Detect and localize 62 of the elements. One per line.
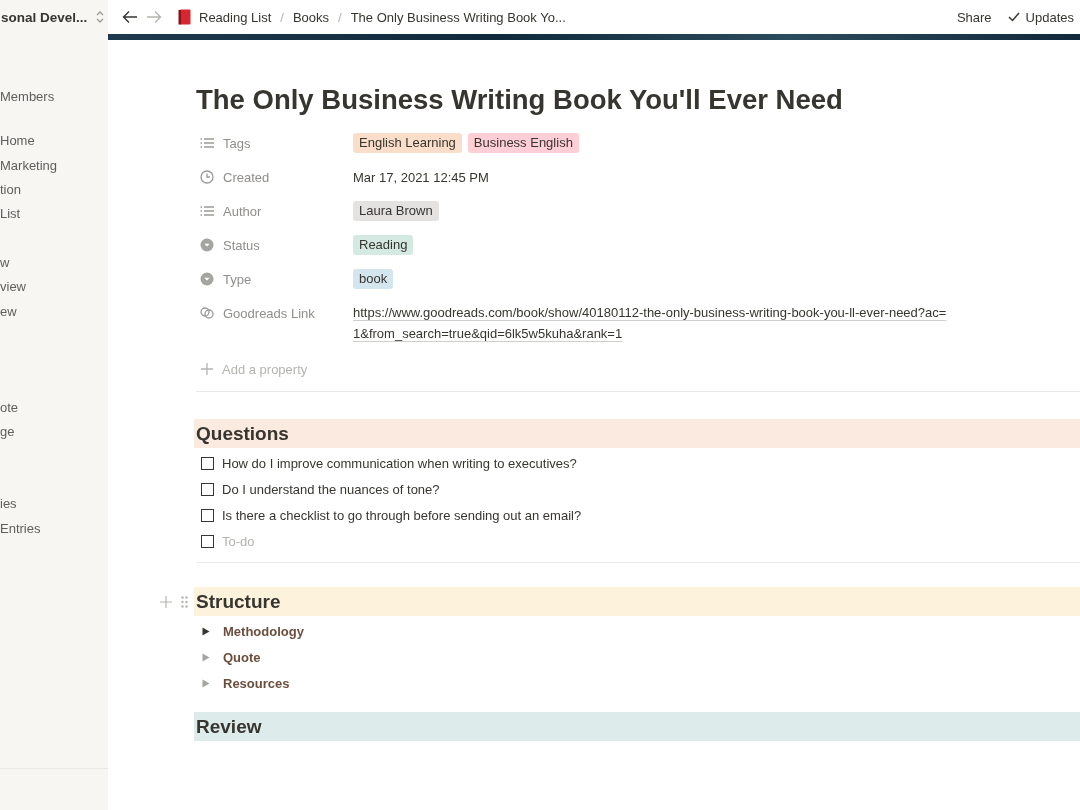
chevron-updown-icon[interactable] — [95, 10, 106, 24]
plus-icon[interactable] — [160, 596, 172, 608]
tag: English Learning — [353, 133, 462, 153]
tag: Laura Brown — [353, 201, 439, 221]
sidebar-item[interactable]: Home — [0, 129, 108, 154]
property-value: Mar 17, 2021 12:45 PM — [353, 169, 489, 185]
page-title: The Only Business Writing Book You'll Ever Need — [196, 84, 844, 116]
sidebar-item[interactable]: Entries — [0, 516, 108, 542]
property-name: Status — [223, 237, 260, 253]
property-name: Type — [223, 271, 252, 287]
list-icon — [200, 205, 214, 217]
section-heading: Questions — [194, 419, 1080, 448]
breadcrumb-link[interactable]: Books — [292, 9, 330, 25]
sidebar-item[interactable]: List — [0, 202, 108, 227]
url-link[interactable]: https://www.goodreads.com/book/show/40180112-the-only-business-writing-book-you-ll-ever-need?ac=1&from_search=true&qid=6lk5w5kuha&rank=1 — [353, 296, 953, 344]
link-icon — [200, 306, 214, 320]
todo-text: Do I understand the nuances of tone? — [222, 481, 440, 497]
list-icon — [200, 137, 214, 149]
property-name: Author — [223, 203, 262, 219]
breadcrumb-separator: / — [280, 9, 284, 25]
tag: Reading — [353, 235, 414, 255]
select-icon — [200, 272, 214, 286]
workspace-name[interactable]: sonal Devel... — [1, 9, 88, 25]
property-name: Goodreads Link — [223, 305, 315, 321]
breadcrumb-link[interactable]: The Only Business Writing Book Yo... — [350, 9, 566, 25]
sidebar-item[interactable]: view — [0, 275, 108, 300]
sidebar-item[interactable]: tion — [0, 177, 108, 203]
check-icon — [1007, 12, 1020, 22]
drag-handle-icon[interactable] — [181, 596, 188, 608]
sidebar-item[interactable]: w — [0, 251, 108, 276]
toggle-label[interactable]: Resources — [223, 675, 290, 691]
section-heading: Review — [194, 712, 1080, 741]
breadcrumb-link[interactable]: Reading List — [199, 9, 272, 25]
todo-text: Is there a checklist to go through before sending out an email? — [222, 507, 582, 523]
property-name: Tags — [223, 135, 251, 151]
checkbox[interactable] — [201, 482, 214, 496]
clock-icon — [200, 170, 214, 184]
sidebar-item[interactable]: ew — [0, 299, 108, 324]
checkbox[interactable] — [201, 534, 214, 548]
todo-text: How do I improve communication when writing to executives? — [222, 455, 577, 471]
section-heading: Structure — [194, 587, 1080, 616]
plus-icon[interactable] — [201, 363, 213, 375]
checkbox[interactable] — [201, 456, 214, 470]
select-icon — [200, 238, 214, 252]
tag: book — [353, 269, 394, 289]
toggle-label[interactable]: Methodology — [223, 623, 304, 639]
property-name: Created — [223, 169, 270, 185]
updates-button[interactable]: Updates — [1003, 9, 1078, 25]
sidebar-item[interactable]: Marketing — [0, 153, 108, 178]
checkbox[interactable] — [201, 508, 214, 522]
share-button[interactable]: Share — [952, 9, 996, 25]
triangle-icon[interactable] — [202, 626, 210, 636]
sidebar-item[interactable]: ge — [0, 420, 108, 445]
book-icon — [178, 9, 191, 25]
toggle-label[interactable]: Quote — [223, 649, 261, 665]
sidebar-item[interactable]: Members — [0, 85, 108, 110]
breadcrumb-separator: / — [338, 9, 342, 25]
tag: Business English — [467, 133, 579, 153]
sidebar-item[interactable]: ote — [0, 395, 108, 421]
forward-arrow-icon[interactable] — [146, 10, 162, 24]
back-arrow-icon[interactable] — [122, 10, 138, 24]
sidebar-item[interactable]: ies — [0, 492, 108, 517]
